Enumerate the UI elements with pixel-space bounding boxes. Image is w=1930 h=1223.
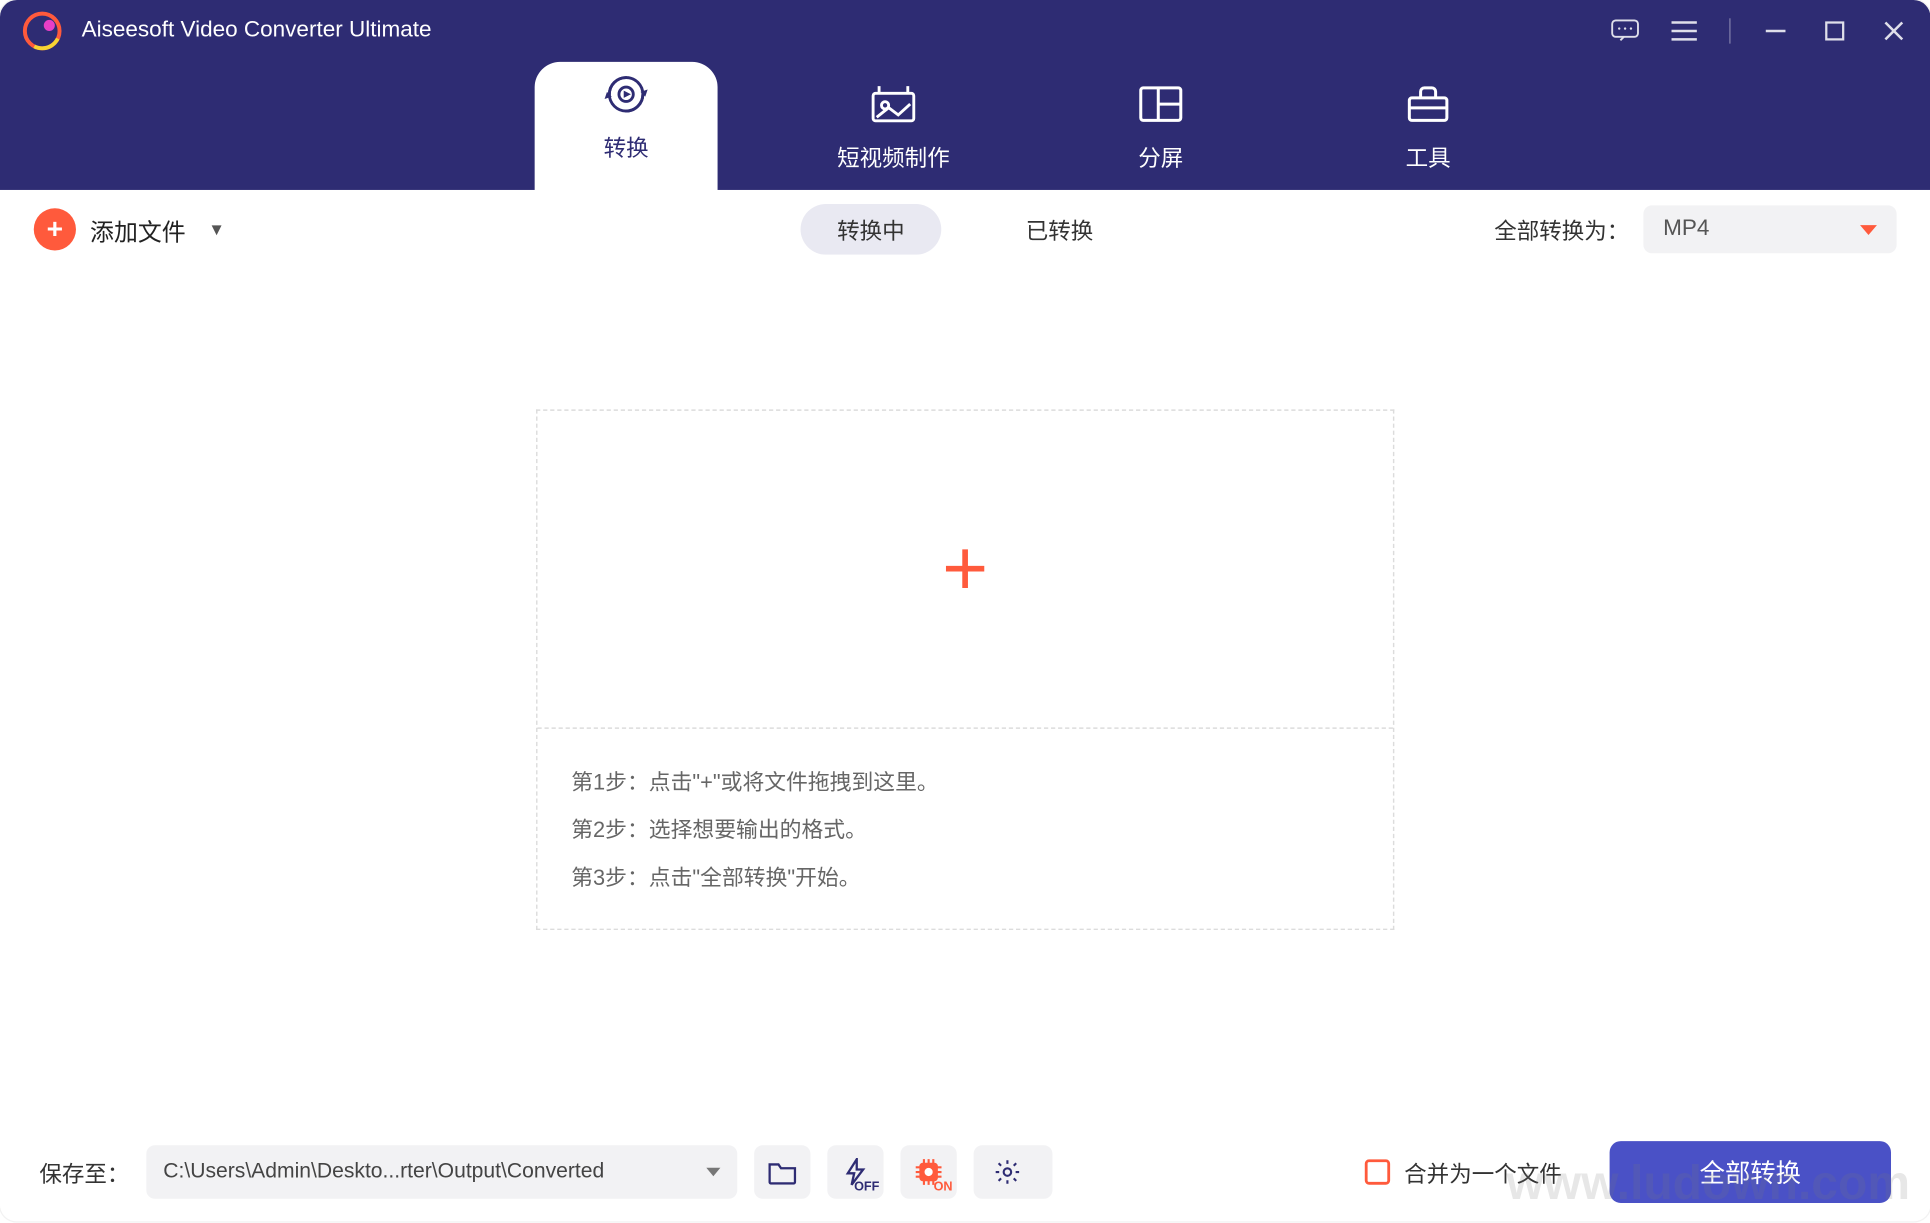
flash-toggle[interactable]: OFF bbox=[827, 1145, 883, 1198]
plus-icon: + bbox=[34, 208, 76, 250]
merge-label: 合并为一个文件 bbox=[1404, 1154, 1562, 1188]
convert-icon bbox=[602, 72, 650, 114]
app-logo bbox=[23, 11, 62, 50]
add-files-button[interactable]: + 添加文件 ▼ bbox=[34, 208, 225, 250]
gpu-on-label: ON bbox=[934, 1178, 953, 1192]
nav-mv[interactable]: 短视频制作 bbox=[802, 83, 985, 190]
format-value: MP4 bbox=[1663, 217, 1709, 242]
output-path-select[interactable]: C:\Users\Admin\Deskto...rter\Output\Conv… bbox=[146, 1145, 737, 1198]
step-3: 第3步：点击"全部转换"开始。 bbox=[571, 855, 1359, 903]
nav-collage-label: 分屏 bbox=[1138, 139, 1183, 173]
step-1: 第1步：点击"+"或将文件拖拽到这里。 bbox=[571, 759, 1359, 807]
big-plus-icon: + bbox=[942, 530, 988, 609]
menu-icon[interactable] bbox=[1670, 17, 1698, 45]
bottom-bar: 保存至： C:\Users\Admin\Deskto...rter\Output… bbox=[0, 1121, 1930, 1221]
chevron-down-icon bbox=[706, 1167, 720, 1175]
flash-off-label: OFF bbox=[854, 1178, 879, 1192]
format-select[interactable]: MP4 bbox=[1643, 205, 1896, 253]
drop-zone[interactable]: + 第1步：点击"+"或将文件拖拽到这里。 第2步：选择想要输出的格式。 第3步… bbox=[536, 409, 1394, 930]
nav-convert[interactable]: 转换 bbox=[535, 62, 718, 190]
main-area: + 第1步：点击"+"或将文件拖拽到这里。 第2步：选择想要输出的格式。 第3步… bbox=[0, 269, 1930, 1122]
window-controls bbox=[1611, 17, 1908, 45]
output-path-value: C:\Users\Admin\Deskto...rter\Output\Conv… bbox=[163, 1159, 604, 1183]
toolbox-icon bbox=[1404, 83, 1452, 125]
tab-converted[interactable]: 已转换 bbox=[989, 204, 1130, 255]
drop-target[interactable]: + bbox=[537, 411, 1392, 729]
dropdown-caret-icon bbox=[1860, 224, 1877, 234]
separator bbox=[1729, 18, 1730, 43]
app-title: Aiseesoft Video Converter Ultimate bbox=[82, 18, 432, 43]
convert-all-to-label: 全部转换为： bbox=[1494, 212, 1629, 246]
status-tabs: 转换中 已转换 bbox=[801, 204, 1130, 255]
app-window: Aiseesoft Video Converter Ultimate bbox=[0, 0, 1930, 1221]
titlebar: Aiseesoft Video Converter Ultimate bbox=[0, 0, 1930, 62]
chevron-down-icon: ▼ bbox=[208, 219, 225, 239]
checkbox-icon bbox=[1365, 1159, 1390, 1184]
collage-icon bbox=[1137, 83, 1185, 125]
header: Aiseesoft Video Converter Ultimate bbox=[0, 0, 1930, 190]
save-to-label: 保存至： bbox=[39, 1154, 129, 1188]
nav-toolbox[interactable]: 工具 bbox=[1337, 83, 1520, 190]
settings-button[interactable] bbox=[974, 1145, 1053, 1198]
merge-checkbox[interactable]: 合并为一个文件 bbox=[1365, 1154, 1562, 1188]
open-folder-button[interactable] bbox=[754, 1145, 810, 1198]
maximize-icon[interactable] bbox=[1821, 17, 1849, 45]
add-files-label: 添加文件 bbox=[90, 212, 186, 247]
convert-all-to: 全部转换为： MP4 bbox=[1494, 205, 1896, 253]
nav-convert-label: 转换 bbox=[604, 129, 649, 163]
minimize-icon[interactable] bbox=[1762, 17, 1790, 45]
feedback-icon[interactable] bbox=[1611, 17, 1639, 45]
close-icon[interactable] bbox=[1880, 17, 1908, 45]
mv-icon bbox=[870, 83, 918, 125]
tab-converting[interactable]: 转换中 bbox=[801, 204, 942, 255]
nav-collage[interactable]: 分屏 bbox=[1069, 83, 1252, 190]
convert-all-button[interactable]: 全部转换 bbox=[1610, 1140, 1891, 1202]
step-2: 第2步：选择想要输出的格式。 bbox=[571, 807, 1359, 855]
nav-mv-label: 短视频制作 bbox=[837, 139, 950, 173]
nav-toolbox-label: 工具 bbox=[1406, 139, 1451, 173]
main-nav: 转换 短视频制作 分屏 bbox=[0, 62, 1930, 190]
steps: 第1步：点击"+"或将文件拖拽到这里。 第2步：选择想要输出的格式。 第3步：点… bbox=[537, 728, 1392, 928]
toolbar: + 添加文件 ▼ 转换中 已转换 全部转换为： MP4 bbox=[0, 190, 1930, 269]
gpu-toggle[interactable]: ON bbox=[901, 1145, 957, 1198]
